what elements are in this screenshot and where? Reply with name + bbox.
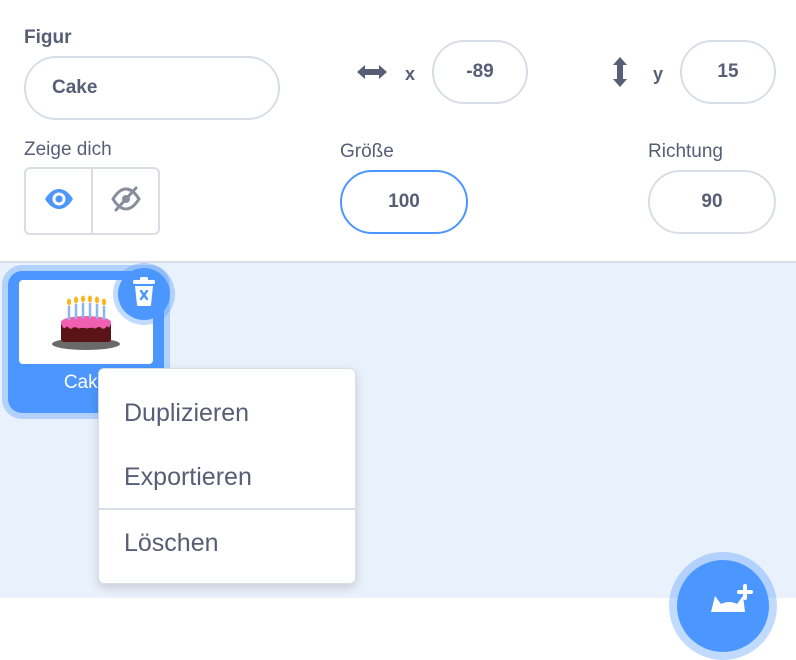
show-button[interactable]	[26, 169, 91, 233]
y-input[interactable]: 15	[680, 40, 776, 104]
menu-divider	[99, 508, 355, 510]
visibility-toggle	[24, 167, 160, 235]
direction-label: Richtung	[648, 141, 723, 162]
hide-button[interactable]	[91, 169, 158, 233]
eye-icon	[44, 188, 74, 215]
sprite-context-menu: Duplizieren Exportieren Löschen	[98, 368, 356, 584]
size-label: Größe	[340, 141, 394, 162]
x-input[interactable]: -89	[432, 40, 528, 104]
show-label: Zeige dich	[24, 139, 112, 160]
size-input[interactable]: 100	[340, 170, 468, 234]
add-sprite-button[interactable]	[669, 552, 777, 660]
horizontal-arrows-icon	[355, 62, 389, 87]
direction-input[interactable]: 90	[648, 170, 776, 234]
eye-slash-icon	[110, 186, 141, 217]
x-label: x	[405, 64, 416, 84]
menu-item-delete[interactable]: Löschen	[99, 511, 355, 575]
menu-item-duplicate[interactable]: Duplizieren	[99, 381, 355, 445]
menu-item-export[interactable]: Exportieren	[99, 445, 355, 509]
sprite-label: Figur	[24, 27, 72, 48]
y-label: y	[653, 64, 664, 84]
delete-sprite-button[interactable]	[113, 263, 175, 325]
sprite-name-input[interactable]: Cake	[24, 56, 280, 120]
add-sprite-icon	[705, 582, 755, 627]
birthday-cake-thumbnail	[49, 294, 123, 359]
trash-icon	[131, 276, 157, 312]
vertical-arrows-icon	[610, 55, 630, 94]
sprite-info-panel: Figur Cake x -89 y 15 Zeige dich Größe 1…	[0, 0, 796, 263]
